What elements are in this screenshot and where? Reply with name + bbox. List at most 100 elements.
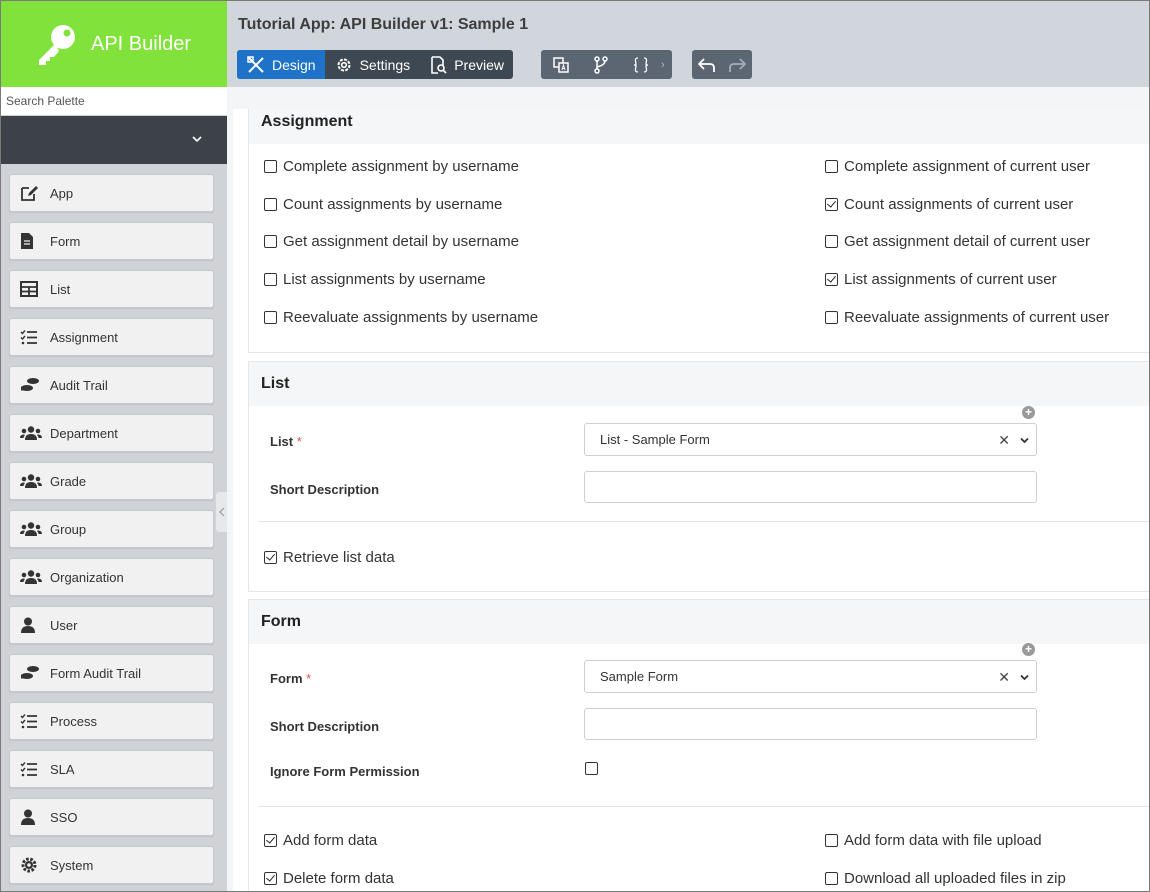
palette-item-grade[interactable]: Grade: [9, 462, 214, 500]
palette-item-organization[interactable]: Organization: [9, 558, 214, 596]
checkbox-label: Complete assignment of current user: [844, 158, 1090, 175]
checkbox-label: Get assignment detail by username: [283, 233, 519, 251]
users-icon: [20, 519, 42, 539]
checkbox-label: Count assignments of current user: [844, 195, 1074, 213]
checkbox-option[interactable]: Get assignment detail of current user: [825, 233, 1090, 250]
checkbox-option[interactable]: Complete assignment by username: [264, 158, 519, 175]
required-mark: *: [296, 434, 302, 449]
edit-icon: [20, 183, 42, 203]
checkbox-option[interactable]: List assignments by username: [264, 271, 486, 288]
translate-button[interactable]: [541, 50, 581, 79]
tab-settings-label: Settings: [359, 56, 411, 73]
form-short-desc-input[interactable]: [584, 708, 1037, 740]
ignore-permission-checkbox[interactable]: [585, 762, 598, 775]
checkbox-option[interactable]: Reevaluate assignments of current user: [825, 309, 1109, 326]
undo-icon[interactable]: [697, 56, 717, 74]
curly-braces-icon: [633, 56, 649, 73]
palette-item-label: Department: [50, 425, 118, 441]
users-icon: [20, 567, 42, 587]
palette-item-form-audit-trail[interactable]: Form Audit Trail: [9, 654, 214, 692]
palette-item-list[interactable]: List: [9, 270, 214, 308]
tab-design[interactable]: Design: [237, 50, 325, 79]
checkbox-box: [825, 834, 838, 847]
palette-item-form[interactable]: Form: [9, 222, 214, 260]
builder-tools: ›: [541, 50, 672, 79]
checkbox-option[interactable]: Reevaluate assignments by username: [264, 309, 538, 326]
palette-item-assignment[interactable]: Assignment: [9, 318, 214, 356]
table-icon: [20, 279, 42, 299]
chevron-down-icon: [192, 136, 202, 143]
app-frame: API Builder App Form List Assignment Audit T…: [0, 0, 1150, 892]
palette-item-label: App: [50, 185, 74, 201]
checkbox-option[interactable]: Delete form data: [264, 870, 394, 887]
json-button[interactable]: [621, 50, 661, 79]
palette-item-process[interactable]: Process: [9, 702, 214, 740]
checkbox-label: Reevaluate assignments of current user: [844, 308, 1110, 326]
users-icon: [20, 471, 42, 491]
add-form-icon[interactable]: +: [1022, 643, 1035, 656]
list-select[interactable]: List - Sample Form ✕: [584, 423, 1037, 456]
palette-item-group[interactable]: Group: [9, 510, 214, 548]
list-select-value: List - Sample Form: [600, 432, 710, 447]
checkbox-box: [825, 310, 838, 324]
palette-item-label: Form Audit Trail: [50, 665, 142, 681]
palette-item-label: System: [50, 857, 94, 873]
tab-settings[interactable]: Settings: [325, 50, 420, 79]
footsteps-icon: [20, 375, 42, 395]
list-short-desc-input[interactable]: [584, 471, 1037, 503]
checkbox-box: [264, 197, 277, 211]
checkbox-label: Count assignments by username: [283, 195, 503, 213]
clear-icon[interactable]: ✕: [998, 669, 1010, 686]
version-branch-button[interactable]: [581, 50, 621, 79]
palette-list: App Form List Assignment Audit Trail Departme…: [1, 164, 227, 884]
checkbox-option[interactable]: Count assignments of current user: [825, 196, 1073, 213]
checkbox-option[interactable]: Add form data: [264, 832, 377, 849]
form-field-label: Form *: [270, 671, 311, 686]
design-tools-icon: [247, 55, 264, 73]
checkbox-option[interactable]: Get assignment detail by username: [264, 233, 519, 250]
checkbox-option[interactable]: Complete assignment of current user: [825, 158, 1090, 175]
form-field-label-text: Form: [270, 671, 303, 686]
list-short-desc-label: Short Description: [270, 482, 380, 497]
redo-icon[interactable]: [727, 56, 747, 74]
palette-item-department[interactable]: Department: [9, 414, 214, 452]
chevron-down-icon: [1020, 437, 1029, 444]
mode-tabs: Design Settings Preview: [237, 50, 513, 79]
chevron-down-icon: [1020, 674, 1029, 681]
retrieve-list-data-checkbox[interactable]: Retrieve list data: [264, 549, 395, 566]
add-list-icon[interactable]: +: [1022, 406, 1035, 419]
checkbox-option[interactable]: Count assignments by username: [264, 196, 502, 213]
palette-item-app[interactable]: App: [9, 174, 214, 212]
brand-title: API Builder: [91, 32, 192, 55]
builder-canvas: Assignment Complete assignment by userna…: [233, 109, 1149, 891]
clear-icon[interactable]: ✕: [998, 432, 1010, 449]
palette-item-label: Audit Trail: [50, 377, 108, 393]
checkbox-option[interactable]: List assignments of current user: [825, 271, 1057, 288]
brand-header: API Builder: [1, 1, 227, 87]
checkbox-option[interactable]: Add form data with file upload: [825, 832, 1042, 849]
list-section: List + List * List - Sample Form ✕ Short…: [248, 361, 1149, 592]
palette-item-system[interactable]: System: [9, 846, 214, 884]
form-short-desc-label: Short Description: [270, 719, 380, 734]
tasks-icon: [20, 327, 42, 347]
form-section-title: Form: [249, 600, 1149, 644]
search-palette-input[interactable]: [1, 87, 227, 115]
more-tools-chevron-icon[interactable]: ›: [661, 59, 671, 71]
palette-item-user[interactable]: User: [9, 606, 214, 644]
top-bar: Tutorial App: API Builder v1: Sample 1 D…: [227, 1, 1149, 87]
palette-category-dropdown[interactable]: [1, 116, 227, 164]
tab-preview[interactable]: Preview: [419, 50, 513, 79]
palette-item-sla[interactable]: SLA: [9, 750, 214, 788]
palette-item-audit-trail[interactable]: Audit Trail: [9, 366, 214, 404]
palette-item-label: Grade: [50, 473, 87, 489]
checkbox-label: Reevaluate assignments by username: [283, 308, 539, 326]
list-field-label: List *: [270, 434, 302, 449]
checkbox-label: Add form data with file upload: [844, 832, 1042, 849]
tasks-icon: [20, 711, 42, 731]
form-select[interactable]: Sample Form ✕: [584, 660, 1037, 693]
sidebar-collapse-handle[interactable]: [216, 492, 227, 532]
gear-icon: [20, 855, 42, 875]
tab-preview-label: Preview: [454, 56, 504, 73]
palette-item-sso[interactable]: SSO: [9, 798, 214, 836]
checkbox-option[interactable]: Download all uploaded files in zip: [825, 870, 1066, 887]
